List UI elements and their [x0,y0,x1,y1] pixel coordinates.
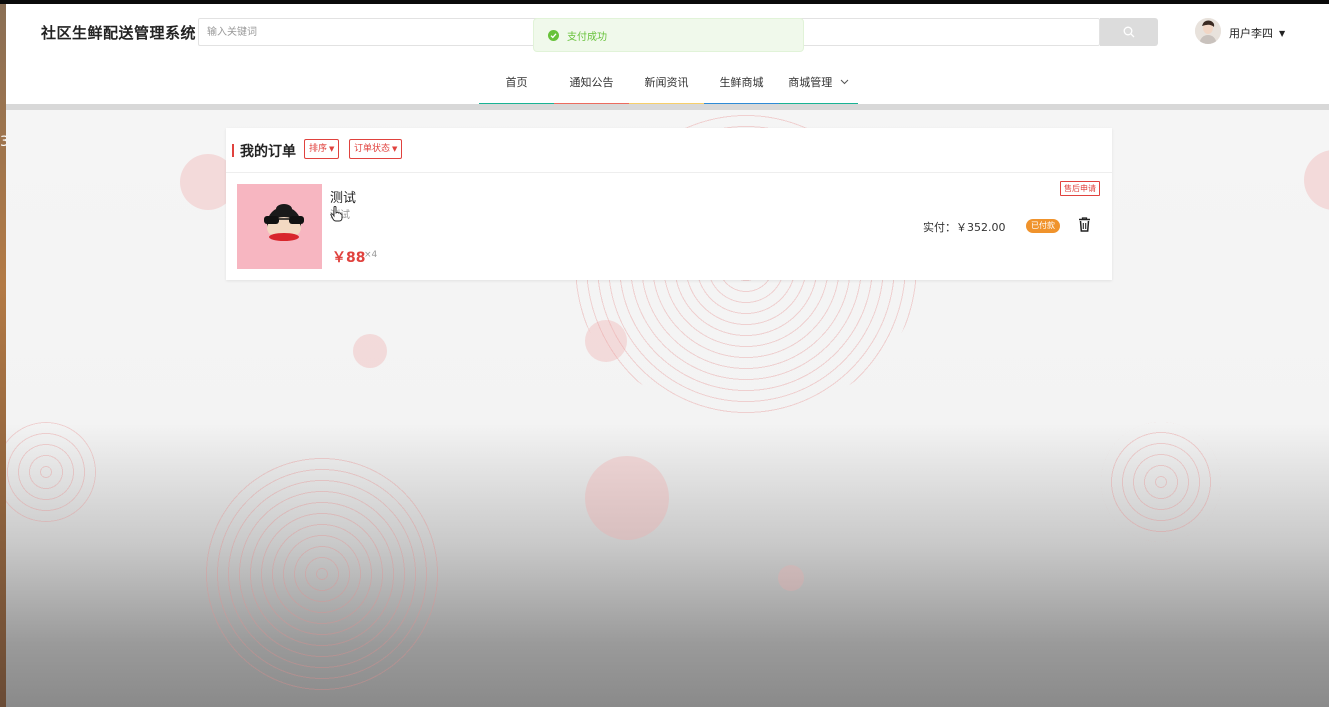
avatar[interactable] [1195,18,1221,44]
search-button[interactable] [1100,18,1158,46]
nav-label: 商城管理 [788,76,833,89]
nav-label: 新闻资讯 [644,76,689,89]
product-name[interactable]: 测试 [330,187,356,206]
after-sale-button[interactable]: 售后申请 [1060,181,1100,196]
chevron-down-icon [840,79,849,85]
order-status-label: 订单状态 [354,144,391,154]
decor-rings [1101,422,1221,542]
decor-circle [585,320,627,362]
orders-header: 我的订单 排序 ▼ 订单状态 ▼ [226,128,1112,173]
product-quantity: ×4 [364,250,378,260]
status-badge: 已付款 [1026,219,1060,233]
nav-label: 首页 [505,76,528,89]
title-accent-bar [232,144,234,157]
product-image[interactable] [237,184,322,269]
monkey-logo-icon [237,184,322,269]
decor-circle [1304,150,1329,210]
orders-card: 我的订单 排序▼ 订单状态▼ 测试 测试 ￥88 [226,128,1112,280]
sort-label: 排序 [309,144,328,154]
toast-message: 支付成功 [567,31,607,43]
check-circle-icon [548,29,559,41]
user-name: 用户李四 [1229,27,1273,40]
product-price: ￥88 [332,250,366,266]
caret-down-icon: ▼ [1279,29,1286,38]
caret-down-icon: ▼ [392,145,398,153]
decor-circle [353,334,387,368]
page-title: 我的订单 [240,144,296,160]
sort-dropdown[interactable]: 排序 ▼ [304,139,340,159]
success-toast: 支付成功 [533,18,804,52]
trash-icon [1079,217,1090,232]
nav-label: 通知公告 [569,76,614,89]
caret-down-icon: ▼ [329,145,335,153]
decor-circle [778,565,804,591]
user-menu[interactable]: 用户李四 ▼ [1229,25,1285,41]
search-icon [1123,26,1135,38]
delete-button[interactable] [1078,217,1091,236]
page: 社区生鲜配送管理系统 用户李四 ▼ 首页 通知公告 [6,4,1329,707]
decor-rings [6,422,96,522]
hand-pointer-cursor-icon [330,206,343,222]
app-title: 社区生鲜配送管理系统 [41,24,197,42]
header-underline [6,104,1329,110]
paid-amount: 实付：￥352.00 [923,221,1006,234]
nav-label: 生鲜商城 [719,76,764,89]
decor-rings [202,454,442,694]
order-status-dropdown[interactable]: 订单状态 ▼ [349,139,403,159]
decor-circle [585,456,669,540]
